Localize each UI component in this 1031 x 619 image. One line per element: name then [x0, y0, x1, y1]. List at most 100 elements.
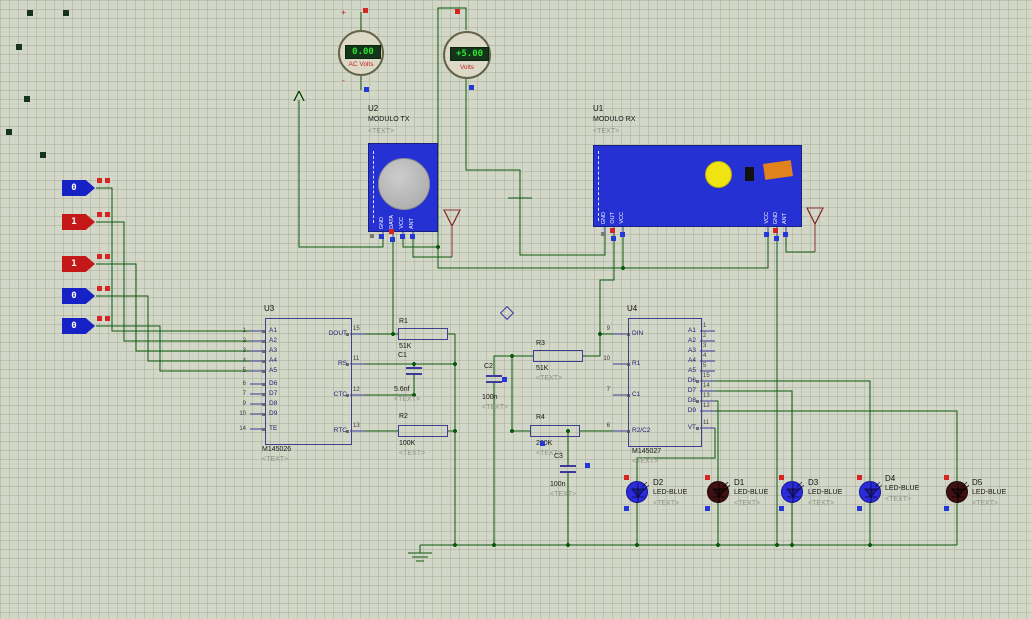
pin-marker [502, 377, 507, 382]
pin-number: 1 [703, 323, 707, 329]
pin-label: D7 [269, 390, 278, 397]
pin-marker [105, 212, 110, 217]
pin-marker [705, 475, 710, 480]
led-d4[interactable] [859, 481, 882, 503]
marker-dot [40, 152, 46, 158]
led-ref: D2 [653, 478, 664, 487]
pin-marker [857, 475, 862, 480]
pin-number: 2 [242, 338, 246, 344]
ground-symbol[interactable] [408, 197, 532, 562]
c2-value: 100n [482, 394, 498, 401]
c1-value: 5.6nf [394, 386, 410, 393]
pin-marker [390, 237, 395, 242]
pin-label: C1 [632, 391, 641, 398]
pin-marker [400, 234, 405, 239]
pin-label: RTC [333, 427, 347, 434]
r2-text: <TEXT> [399, 450, 426, 457]
pin-label: D6 [687, 377, 696, 384]
pin-marker [624, 506, 629, 511]
schematic-canvas[interactable]: { "meters": { "ac": { "reading": "0.00",… [0, 0, 1031, 619]
rx-component-icon [763, 160, 793, 180]
pin-marker [779, 475, 784, 480]
r2-ref: R2 [399, 413, 408, 420]
pin-marker [97, 286, 102, 291]
pin-number: 5 [242, 368, 246, 374]
pin-marker [944, 506, 949, 511]
pin-number: 15 [703, 373, 710, 379]
pin-number: 14 [703, 383, 710, 389]
pin-label: DIN [632, 330, 644, 337]
pin-number: 12 [703, 403, 710, 409]
r2-body[interactable] [398, 425, 448, 437]
led-d2[interactable] [626, 481, 649, 503]
c1-text: <TEXT> [394, 396, 421, 403]
led-d3[interactable] [781, 481, 804, 503]
r4-ref: R4 [536, 414, 545, 421]
pin-marker [105, 254, 110, 259]
tx-module-body[interactable]: GND DATA VCC ANT [368, 143, 438, 232]
pin-marker [624, 475, 629, 480]
pin-marker [105, 286, 110, 291]
u4-ref: U4 [627, 304, 638, 313]
dc-voltmeter[interactable]: +5.00 Volts [443, 31, 491, 79]
pin-number: 10 [603, 356, 610, 362]
r3-ref: R3 [536, 340, 545, 347]
rx-silkscreen [598, 151, 599, 221]
dc-voltmeter-display: +5.00 [450, 47, 489, 61]
marker-dot [16, 44, 22, 50]
tx-text: <TEXT> [368, 128, 395, 135]
led-d5[interactable] [946, 481, 969, 503]
pin-marker [779, 506, 784, 511]
led-d1[interactable] [707, 481, 730, 503]
marker-dot [27, 10, 33, 16]
tx-pin-label: GND [379, 216, 385, 229]
pin-marker [97, 254, 102, 259]
led-type: LED-BLUE [734, 489, 769, 496]
pin-label: A1 [269, 327, 277, 334]
pin-number: 6 [242, 381, 246, 387]
pin-label: R1 [632, 360, 641, 367]
pin-marker [585, 463, 590, 468]
tx-name: MODULO TX [368, 116, 410, 123]
pin-number: 14 [239, 426, 246, 432]
pin-marker [469, 85, 474, 90]
pin-label: CTC [333, 391, 347, 398]
led-text: <TEXT> [653, 500, 680, 507]
plus-terminal-label: + [341, 8, 346, 17]
u4-part: M145027 [632, 448, 662, 455]
rx-pin-label: ANT [782, 213, 788, 224]
wire[interactable] [96, 7, 958, 553]
u3-ref: U3 [264, 304, 275, 313]
pin-label: A1 [688, 327, 696, 334]
led-text: <TEXT> [972, 500, 999, 507]
pin-label: A5 [269, 367, 277, 374]
pin-marker [620, 232, 625, 237]
r3-value: 51K [536, 365, 549, 372]
led-text: <TEXT> [734, 500, 761, 507]
rx-pin-label: VCC [764, 212, 770, 224]
pin-number: 5 [703, 363, 707, 369]
ac-voltmeter[interactable]: 0.00 AC Volts [338, 30, 384, 76]
pin-label: D6 [269, 380, 278, 387]
pin-marker [540, 441, 545, 446]
wiring-layer [96, 7, 958, 562]
rx-module-body[interactable]: GND OUT VCC VCC GND ANT [593, 145, 802, 227]
rx-pin-label: OUT [610, 212, 616, 224]
pin-label: A2 [688, 337, 696, 344]
pin-label: VT [687, 424, 696, 431]
r3-body[interactable] [533, 350, 583, 362]
power-arrow-icon[interactable] [293, 90, 305, 102]
c2-text: <TEXT> [482, 404, 509, 411]
pin-number: 11 [353, 356, 360, 362]
ac-voltmeter-label: AC Volts [348, 61, 374, 68]
tx-pin-label: DATA [389, 215, 395, 229]
r1-body[interactable] [398, 328, 448, 340]
pin-number: 11 [703, 420, 710, 426]
pin-marker [857, 506, 862, 511]
r4-body[interactable] [530, 425, 580, 437]
pin-marker [97, 212, 102, 217]
pin-label: D8 [269, 400, 278, 407]
pin-marker [97, 178, 102, 183]
pin-number: 7 [606, 387, 610, 393]
pin-number: 6 [606, 423, 610, 429]
